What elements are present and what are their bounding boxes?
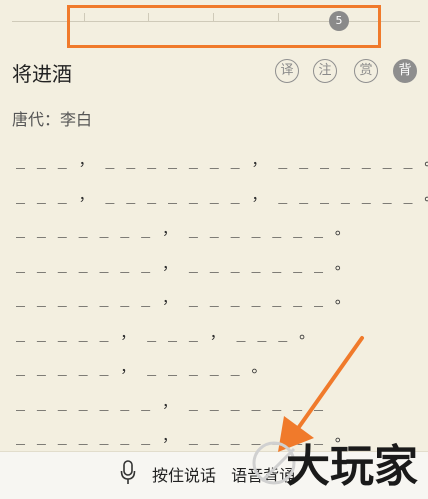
microphone-icon[interactable] <box>120 460 136 486</box>
poem-author: 唐代：李白 <box>12 110 93 129</box>
hold-to-speak-label: 按住说话 <box>152 466 217 485</box>
poem-line: _ _ _ _ _ _ _ ， _ _ _ _ _ _ _ 。 <box>16 289 352 307</box>
watermark-text: 大玩家 <box>286 441 418 492</box>
poem-line: _ _ _ _ _ _ _ ， _ _ _ _ _ _ _ 。 <box>16 220 352 238</box>
highlight-box <box>67 5 381 48</box>
translate-button[interactable]: 译 <box>275 59 299 83</box>
recite-button[interactable]: 背 <box>393 59 417 83</box>
poem-line: _ _ _ ， _ _ _ _ _ _ _ ， _ _ _ _ _ _ _ 。 <box>16 151 428 169</box>
poem-line: _ _ _ _ _ _ _ ， _ _ _ _ _ _ _ 。 <box>16 254 352 273</box>
appreciate-button[interactable]: 赏 <box>354 59 378 83</box>
poem-line: _ _ _ ， _ _ _ _ _ _ _ ， _ _ _ _ _ _ _ 。 <box>16 185 428 204</box>
watermark-logo: 大玩家 <box>252 441 418 492</box>
poem-title: 将进酒 <box>12 62 72 86</box>
annotate-button[interactable]: 注 <box>313 59 337 83</box>
